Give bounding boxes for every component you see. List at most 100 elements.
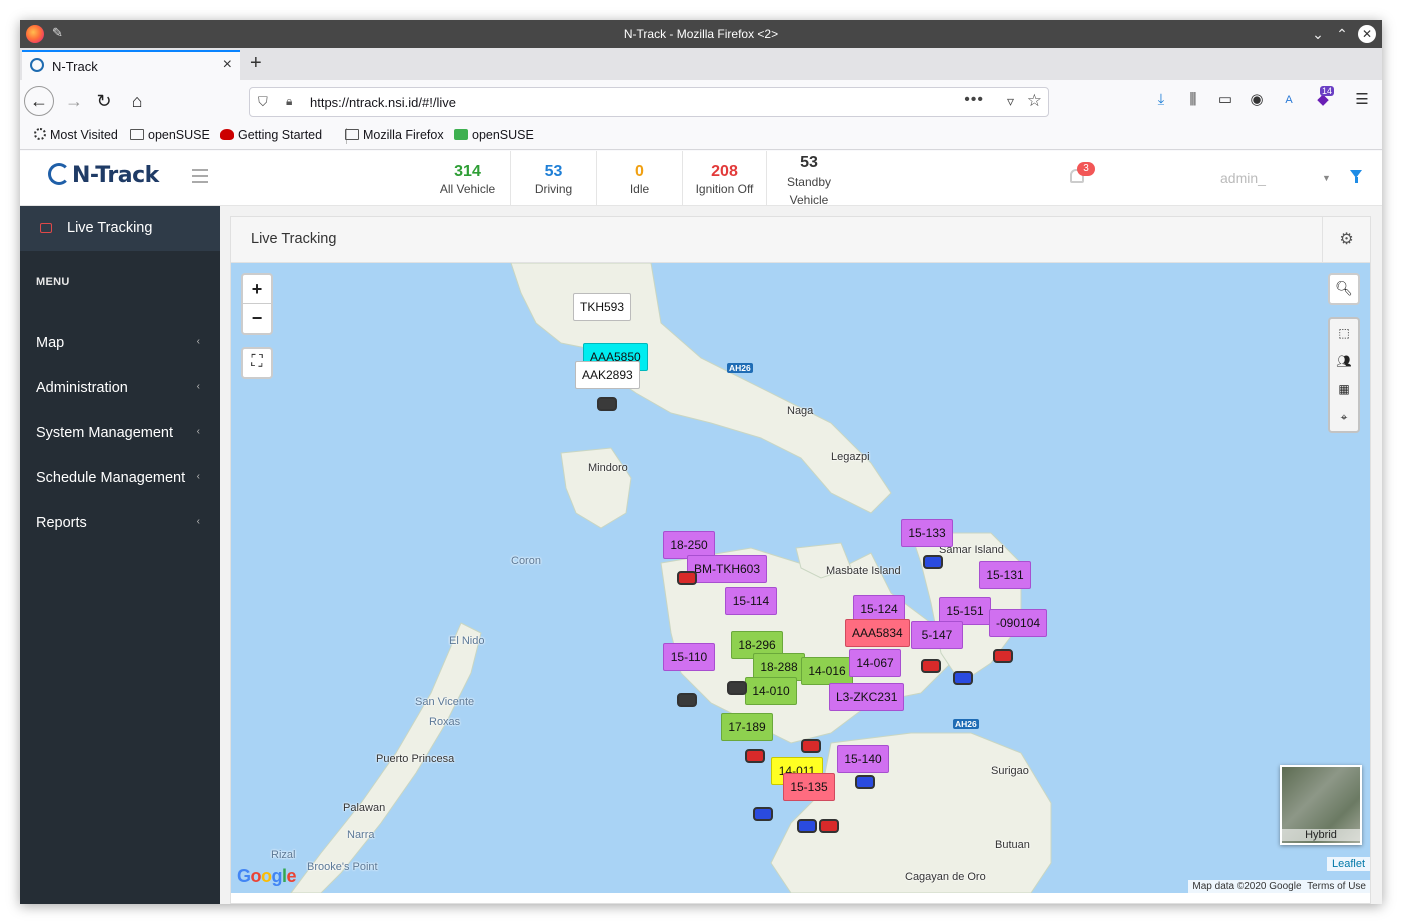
- bookmark-most-visited[interactable]: Most Visited: [34, 128, 118, 142]
- forward-button[interactable]: →: [60, 87, 88, 115]
- vehicle-marker[interactable]: [797, 819, 817, 833]
- vehicle-tag[interactable]: BM-TKH603: [687, 555, 768, 583]
- url-bar[interactable]: ⛉ 🔒︎ https://ntrack.nsi.id/#!/live ••• ▿…: [249, 87, 1049, 117]
- stat-label: All Vehicle: [439, 182, 496, 196]
- new-tab-button[interactable]: +: [250, 52, 262, 75]
- vehicle-marker[interactable]: [727, 681, 747, 695]
- vehicle-tag[interactable]: L3-ZKC231: [829, 683, 905, 711]
- map-view[interactable]: + − ⛶ 🔍︎ ⬚ 👥︎ ▦ ⌖ Naga Legazpi Mindoro M…: [231, 263, 1370, 893]
- vehicle-marker[interactable]: [921, 659, 941, 673]
- close-window-icon[interactable]: ✕: [1358, 25, 1376, 43]
- vehicle-marker[interactable]: [677, 693, 697, 707]
- tab-ntrack[interactable]: N-Track ×: [22, 50, 240, 80]
- vehicle-marker[interactable]: [753, 807, 773, 821]
- vehicle-tag[interactable]: 15-133: [901, 519, 953, 547]
- account-icon[interactable]: ◉: [1246, 89, 1268, 111]
- window-title: N-Track - Mozilla Firefox <2>: [623, 27, 779, 41]
- stat-driving[interactable]: 53 Driving: [511, 151, 597, 205]
- vehicle-marker[interactable]: [801, 739, 821, 753]
- tab-close-icon[interactable]: ×: [223, 56, 232, 74]
- bookmark-star-icon[interactable]: ☆: [1027, 91, 1042, 111]
- vehicle-marker[interactable]: [923, 555, 943, 569]
- vehicle-tag[interactable]: 15-140: [837, 745, 889, 773]
- bookmark-opensuse-folder[interactable]: openSUSE: [130, 128, 210, 142]
- bookmark-mozilla-firefox[interactable]: Mozilla Firefox: [345, 128, 444, 142]
- sidebar-item-map[interactable]: Map ‹: [20, 324, 220, 364]
- stat-value: 208: [711, 163, 738, 180]
- panel-title: Live Tracking: [251, 231, 337, 247]
- vehicle-tag[interactable]: TKH593: [573, 293, 632, 321]
- maximize-icon[interactable]: ⌃: [1332, 24, 1352, 44]
- minimize-icon[interactable]: ⌄: [1308, 24, 1328, 44]
- map-pin-icon[interactable]: ⌖: [1330, 403, 1358, 431]
- download-icon[interactable]: ⤓: [1150, 89, 1172, 111]
- stat-idle[interactable]: 0 Idle: [597, 151, 683, 205]
- google-logo: Google: [237, 866, 297, 886]
- vehicle-marker[interactable]: [677, 571, 697, 585]
- sidebar-item-administration[interactable]: Administration ‹: [20, 369, 220, 409]
- chevron-left-icon: ‹: [196, 336, 200, 347]
- vehicle-tag[interactable]: 14-010: [745, 677, 797, 705]
- panel-header: Live Tracking ⚙: [231, 217, 1370, 263]
- pocket-icon[interactable]: ▿: [1007, 93, 1014, 110]
- building-icon[interactable]: ▦: [1330, 375, 1358, 403]
- hamburger-menu-icon[interactable]: [192, 169, 208, 187]
- reload-button[interactable]: ↻: [90, 87, 118, 115]
- zoom-in-button[interactable]: +: [243, 275, 271, 304]
- sidebar-item-schedule-management[interactable]: Schedule Management ‹: [20, 459, 220, 499]
- chevron-down-icon[interactable]: ▼: [1322, 173, 1331, 183]
- page-actions-icon[interactable]: •••: [964, 91, 984, 109]
- shield-icon[interactable]: ⛉: [258, 94, 268, 110]
- select-area-icon[interactable]: ⬚: [1330, 319, 1358, 347]
- vehicle-marker[interactable]: [993, 649, 1013, 663]
- highway-shield: AH26: [727, 363, 753, 373]
- map-search-icon[interactable]: 🔍︎: [1328, 273, 1360, 305]
- menu-icon[interactable]: ☰: [1351, 89, 1373, 111]
- lock-icon[interactable]: 🔒︎: [286, 94, 292, 109]
- vehicle-tag[interactable]: 15-135: [783, 773, 835, 801]
- place-label: Mindoro: [588, 462, 628, 474]
- vehicle-tag[interactable]: AAA5834: [845, 619, 910, 647]
- stat-ignition-off[interactable]: 208 Ignition Off: [683, 151, 767, 205]
- vehicle-tag[interactable]: 15-114: [725, 587, 777, 615]
- vehicle-marker[interactable]: [745, 749, 765, 763]
- vehicle-tag[interactable]: -090104: [989, 609, 1048, 637]
- vehicle-marker[interactable]: [597, 397, 617, 411]
- back-button[interactable]: ←: [24, 86, 54, 116]
- vehicle-tag[interactable]: 17-189: [721, 713, 773, 741]
- filter-icon[interactable]: [1350, 170, 1362, 183]
- library-icon[interactable]: ⫼: [1182, 89, 1204, 111]
- ntrack-logo[interactable]: N-Track: [48, 163, 159, 188]
- sidebar-item-label: System Management: [36, 425, 174, 441]
- sidebar-icon[interactable]: ▭: [1214, 89, 1236, 111]
- vehicle-marker[interactable]: [819, 819, 839, 833]
- url-text[interactable]: https://ntrack.nsi.id/#!/live: [310, 95, 456, 110]
- vehicle-tag[interactable]: 5-147: [911, 621, 963, 649]
- vehicle-tag[interactable]: 14-016: [801, 657, 853, 685]
- settings-gear-icon[interactable]: ⚙: [1322, 217, 1370, 263]
- zoom-out-button[interactable]: −: [243, 304, 271, 333]
- vehicle-marker[interactable]: [953, 671, 973, 685]
- sidebar-item-live-tracking[interactable]: Live Tracking: [20, 206, 220, 251]
- vehicle-marker[interactable]: [855, 775, 875, 789]
- group-icon[interactable]: 👥︎: [1330, 347, 1358, 375]
- sidebar-item-system-management[interactable]: System Management ‹: [20, 414, 220, 454]
- vehicle-tag[interactable]: 14-067: [849, 649, 901, 677]
- bookmark-getting-started[interactable]: Getting Started: [220, 128, 322, 142]
- vehicle-tag[interactable]: AAK2893: [575, 361, 640, 389]
- stat-standby-vehicle[interactable]: 53 Standby Vehicle: [767, 151, 851, 207]
- sidebar-item-reports[interactable]: Reports ‹: [20, 504, 220, 544]
- vehicle-tag[interactable]: 15-110: [663, 643, 715, 671]
- hybrid-layer-toggle[interactable]: Hybrid: [1280, 765, 1362, 845]
- user-name[interactable]: admin_: [1220, 170, 1266, 186]
- live-tracking-panel: Live Tracking ⚙ + − ⛶ 🔍︎ ⬚ 👥︎ ▦ ⌖ Naga L…: [230, 216, 1371, 904]
- vehicle-tag[interactable]: 15-131: [979, 561, 1031, 589]
- sidebar-item-label: Map: [36, 335, 65, 351]
- bookmark-opensuse[interactable]: openSUSE: [454, 128, 534, 142]
- stat-all-vehicle[interactable]: 314 All Vehicle: [425, 151, 511, 205]
- fullscreen-button[interactable]: ⛶: [241, 347, 273, 379]
- terms-link[interactable]: Terms of Use: [1307, 881, 1366, 892]
- translate-icon[interactable]: A: [1278, 89, 1300, 111]
- leaflet-link[interactable]: Leaflet: [1326, 857, 1370, 871]
- home-button[interactable]: ⌂: [123, 87, 151, 115]
